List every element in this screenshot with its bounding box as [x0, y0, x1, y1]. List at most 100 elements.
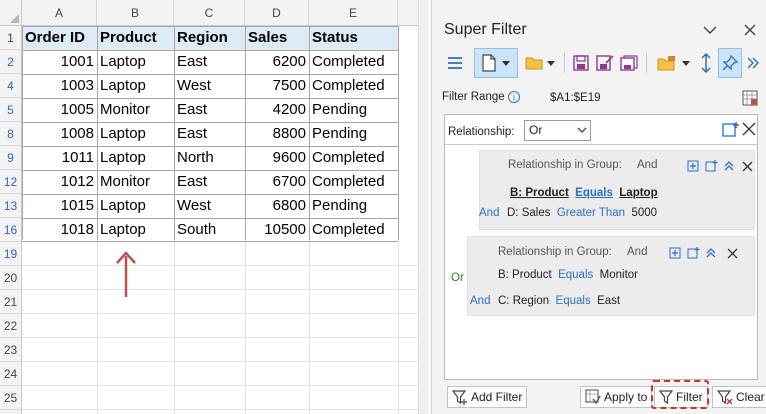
more-chevron-icon[interactable] [744, 48, 762, 78]
header-cell[interactable]: Sales [245, 26, 309, 50]
cell[interactable]: 1012 [22, 170, 97, 194]
column-header-a[interactable]: A [22, 0, 97, 26]
cell[interactable]: 1015 [22, 194, 97, 218]
save-all-icon[interactable] [618, 48, 640, 78]
row-number[interactable]: 12 [0, 170, 22, 194]
cell[interactable]: 1003 [22, 74, 97, 98]
cell[interactable]: Laptop [97, 194, 174, 218]
cell[interactable]: Completed [309, 146, 398, 170]
delete-group-icon[interactable] [740, 159, 754, 173]
chevron-down-icon[interactable] [700, 20, 720, 40]
cell[interactable]: 1001 [22, 50, 97, 74]
cell[interactable]: 1005 [22, 98, 97, 122]
cell[interactable]: West [174, 74, 245, 98]
condition-row[interactable]: B: Product Equals Laptop [510, 187, 658, 199]
column-header-b[interactable]: B [97, 0, 174, 26]
column-header-c[interactable]: C [174, 0, 245, 26]
menu-icon[interactable] [444, 48, 466, 78]
group-relationship[interactable]: Relationship in Group: And [498, 246, 647, 258]
open-folder-icon[interactable] [522, 48, 558, 78]
row-number[interactable]: 23 [0, 338, 22, 362]
delete-group-icon[interactable] [725, 246, 739, 260]
row-number[interactable]: 26 [0, 410, 22, 414]
header-cell[interactable]: Product [97, 26, 174, 50]
group-relationship-value[interactable]: And [627, 246, 647, 258]
header-cell[interactable]: Order ID [22, 26, 97, 50]
row-number[interactable]: 22 [0, 314, 22, 338]
cell[interactable]: Laptop [97, 218, 174, 242]
row-number[interactable]: 9 [0, 146, 22, 170]
collapse-all-icon[interactable] [742, 122, 756, 136]
info-icon[interactable]: i [508, 91, 520, 103]
save-icon[interactable] [570, 48, 592, 78]
relationship-select[interactable]: Or [524, 120, 591, 141]
row-number[interactable]: 25 [0, 386, 22, 410]
cell[interactable]: 1011 [22, 146, 97, 170]
save-as-icon[interactable] [594, 48, 616, 78]
pin-icon[interactable] [718, 48, 742, 78]
row-number[interactable]: 4 [0, 74, 22, 98]
add-filter-button[interactable]: Add Filter [447, 386, 528, 408]
row-number[interactable]: 21 [0, 290, 22, 314]
new-scenario-button[interactable] [474, 48, 518, 78]
add-condition-icon[interactable] [668, 246, 682, 260]
cell[interactable]: 6700 [245, 170, 309, 194]
select-all-corner[interactable] [0, 0, 22, 26]
apply-to-button[interactable]: Apply to [580, 386, 653, 408]
cell[interactable]: Pending [309, 98, 398, 122]
cell[interactable]: East [174, 98, 245, 122]
row-number[interactable]: 13 [0, 194, 22, 218]
cell[interactable]: Completed [309, 74, 398, 98]
cell[interactable]: 8800 [245, 122, 309, 146]
filter-group-2[interactable]: Relationship in Group: And B: Product Eq… [467, 236, 755, 316]
condition-row[interactable]: D: Sales Greater Than 5000 [507, 207, 657, 219]
filter-range-input[interactable]: $A1:$E19 [538, 88, 736, 108]
scenario-icon[interactable] [654, 48, 694, 78]
add-group-icon[interactable] [722, 121, 740, 139]
clear-button[interactable]: Clear [712, 386, 766, 408]
group-relationship-value[interactable]: And [637, 159, 657, 171]
cell[interactable]: Pending [309, 122, 398, 146]
cell[interactable]: 7500 [245, 74, 309, 98]
add-subgroup-icon[interactable] [704, 159, 718, 173]
cell[interactable]: 9600 [245, 146, 309, 170]
add-subgroup-icon[interactable] [686, 246, 700, 260]
cell[interactable]: West [174, 194, 245, 218]
cell[interactable]: Completed [309, 170, 398, 194]
vertical-scrollbar[interactable] [418, 0, 428, 414]
add-condition-icon[interactable] [686, 159, 700, 173]
cell[interactable]: Completed [309, 218, 398, 242]
cell[interactable]: East [174, 122, 245, 146]
row-number[interactable]: 19 [0, 242, 22, 266]
cell[interactable]: Laptop [97, 122, 174, 146]
row-number[interactable]: 5 [0, 98, 22, 122]
header-cell[interactable]: Status [309, 26, 398, 50]
collapse-group-icon[interactable] [704, 246, 718, 260]
expand-vertical-icon[interactable] [696, 48, 716, 78]
cell[interactable]: South [174, 218, 245, 242]
row-number[interactable]: 2 [0, 50, 22, 74]
header-cell[interactable]: Region [174, 26, 245, 50]
cell[interactable]: 1018 [22, 218, 97, 242]
cell[interactable]: North [174, 146, 245, 170]
column-header-d[interactable]: D [245, 0, 309, 26]
cell[interactable]: 1008 [22, 122, 97, 146]
cell[interactable]: Monitor [97, 170, 174, 194]
cell[interactable]: 4200 [245, 98, 309, 122]
collapse-group-icon[interactable] [722, 159, 736, 173]
row-number[interactable]: 20 [0, 266, 22, 290]
cell[interactable]: Laptop [97, 74, 174, 98]
cell[interactable]: East [174, 170, 245, 194]
cell[interactable]: 10500 [245, 218, 309, 242]
column-header-f[interactable] [398, 0, 418, 26]
cell[interactable]: Pending [309, 194, 398, 218]
condition-row[interactable]: C: Region Equals East [498, 295, 620, 307]
cell[interactable]: Monitor [97, 98, 174, 122]
column-header-e[interactable]: E [309, 0, 398, 26]
condition-row[interactable]: B: Product Equals Monitor [498, 269, 638, 281]
cell[interactable]: East [174, 50, 245, 74]
group-relationship[interactable]: Relationship in Group: And [508, 159, 657, 171]
cell[interactable]: 6200 [245, 50, 309, 74]
cell[interactable]: Laptop [97, 50, 174, 74]
cell[interactable]: Laptop [97, 146, 174, 170]
